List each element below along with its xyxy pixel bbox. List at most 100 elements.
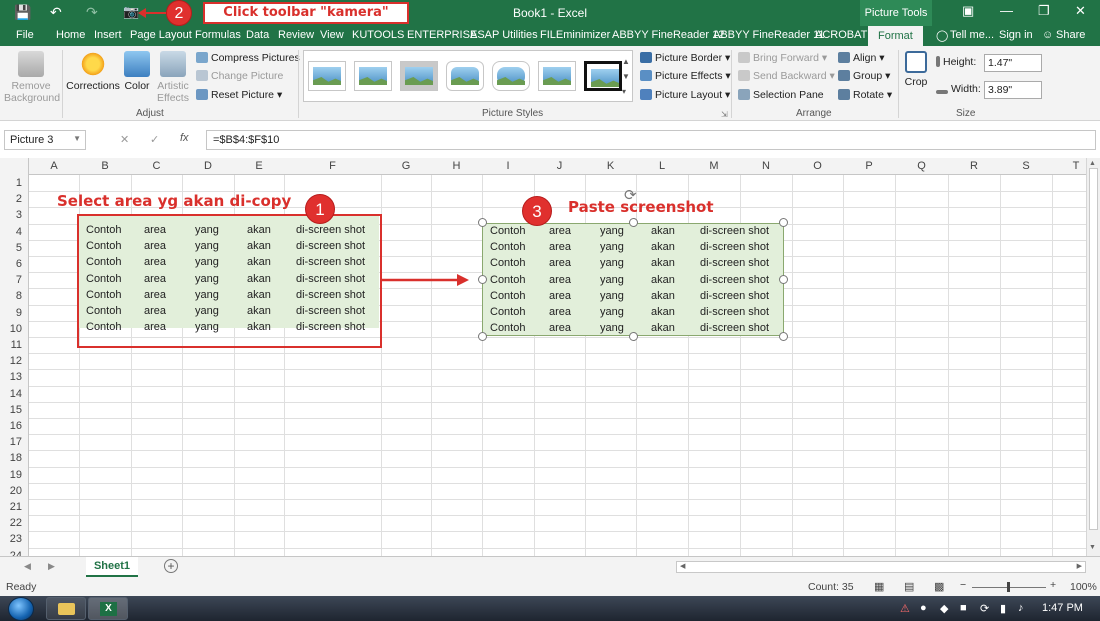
change-picture-button[interactable]: Change Picture: [196, 70, 283, 82]
scroll-thumb[interactable]: [1089, 168, 1098, 530]
tab-enterprise[interactable]: ENTERPRISE: [407, 29, 477, 41]
clock[interactable]: 1:47 PM: [1042, 602, 1083, 614]
column-header[interactable]: D: [182, 160, 234, 172]
picture-border-button[interactable]: Picture Border ▾: [640, 52, 730, 64]
height-input[interactable]: 1.47": [984, 54, 1042, 72]
tab-page-layout[interactable]: Page Layout: [130, 29, 192, 41]
row-header[interactable]: 3: [0, 207, 29, 224]
row-header[interactable]: 7: [0, 272, 29, 289]
reset-picture-button[interactable]: Reset Picture ▾: [196, 89, 282, 101]
scroll-up-icon[interactable]: ▲: [1089, 160, 1096, 167]
resize-handle[interactable]: [629, 218, 638, 227]
minimize-icon[interactable]: —: [1000, 3, 1013, 18]
row-header[interactable]: 5: [0, 239, 29, 256]
column-header[interactable]: K: [585, 160, 636, 172]
row-header[interactable]: 24: [0, 547, 29, 556]
excel-taskbar-icon[interactable]: X: [88, 597, 128, 620]
ribbon-display-icon[interactable]: ▣: [962, 3, 974, 19]
style-thumb[interactable]: [538, 61, 576, 91]
row-header[interactable]: 8: [0, 288, 29, 305]
row-header[interactable]: 6: [0, 256, 29, 273]
rotate-button[interactable]: Rotate ▾: [838, 89, 892, 101]
scroll-left-icon[interactable]: ◀: [680, 562, 685, 570]
column-header[interactable]: N: [740, 160, 792, 172]
column-header[interactable]: F: [284, 160, 381, 172]
scroll-right-icon[interactable]: ▶: [1077, 562, 1082, 570]
start-button-icon[interactable]: [8, 597, 34, 621]
width-input[interactable]: 3.89": [984, 81, 1042, 99]
formula-input[interactable]: =$B$4:$F$10: [206, 130, 1096, 150]
add-sheet-icon[interactable]: +: [164, 559, 178, 573]
column-header[interactable]: L: [636, 160, 688, 172]
column-header[interactable]: M: [688, 160, 740, 172]
style-thumb[interactable]: [492, 61, 530, 91]
style-thumb[interactable]: [584, 61, 622, 91]
style-thumb[interactable]: [354, 61, 392, 91]
zoom-slider-thumb[interactable]: [1007, 582, 1010, 592]
row-header[interactable]: 11: [0, 337, 29, 354]
sync-icon[interactable]: ⟳: [980, 602, 989, 615]
row-header[interactable]: 14: [0, 385, 29, 402]
style-thumb[interactable]: [308, 61, 346, 91]
row-header[interactable]: 13: [0, 369, 29, 386]
tab-file[interactable]: File: [16, 29, 34, 41]
tab-format[interactable]: Format: [868, 26, 923, 46]
tab-asap-utilities[interactable]: ASAP Utilities: [470, 29, 538, 41]
column-header[interactable]: B: [79, 160, 131, 172]
sheet-tab-sheet1[interactable]: Sheet1: [86, 557, 138, 577]
picture-layout-button[interactable]: Picture Layout ▾: [640, 89, 730, 101]
picture-effects-button[interactable]: Picture Effects ▾: [640, 70, 731, 82]
column-header[interactable]: G: [381, 160, 431, 172]
zoom-in-icon[interactable]: +: [1050, 579, 1056, 591]
resize-handle[interactable]: [478, 332, 487, 341]
volume-icon[interactable]: ♪: [1018, 602, 1024, 614]
tab-review[interactable]: Review: [278, 29, 314, 41]
scroll-down-icon[interactable]: ▼: [1089, 544, 1096, 551]
align-button[interactable]: Align ▾: [838, 52, 885, 64]
selection-pane-button[interactable]: Selection Pane: [738, 89, 824, 101]
resize-handle[interactable]: [478, 275, 487, 284]
worksheet-grid[interactable]: ABCDEFGHIJKLMNOPQRST 1 2 3 4 5 6 7 8 9 10 11 12 13 14…: [0, 158, 1086, 556]
skype-icon[interactable]: ●: [920, 602, 927, 614]
column-header[interactable]: O: [792, 160, 843, 172]
file-explorer-icon[interactable]: [46, 597, 86, 620]
row-header[interactable]: 4: [0, 223, 29, 240]
resize-handle[interactable]: [478, 218, 487, 227]
select-all-corner[interactable]: [0, 158, 29, 175]
tab-abbyy-12[interactable]: ABBYY FineReader 12: [612, 29, 724, 41]
app-tray-icon[interactable]: ■: [960, 602, 967, 614]
row-header[interactable]: 16: [0, 418, 29, 435]
row-header[interactable]: 23: [0, 531, 29, 548]
row-header[interactable]: 10: [0, 320, 29, 337]
tab-formulas[interactable]: Formulas: [195, 29, 241, 41]
color-button[interactable]: Color: [122, 51, 152, 92]
column-header[interactable]: P: [843, 160, 895, 172]
tab-insert[interactable]: Insert: [94, 29, 122, 41]
tab-abbyy-11[interactable]: ABBYY FineReader 11: [713, 29, 825, 41]
row-header[interactable]: 18: [0, 450, 29, 467]
column-header[interactable]: A: [29, 160, 79, 172]
page-layout-view-icon[interactable]: ▤: [904, 580, 914, 593]
bring-forward-button[interactable]: Bring Forward ▾: [738, 52, 827, 64]
zoom-level[interactable]: 100%: [1070, 581, 1097, 593]
sign-in-link[interactable]: Sign in: [999, 29, 1033, 41]
tab-data[interactable]: Data: [246, 29, 269, 41]
normal-view-icon[interactable]: ▦: [874, 580, 884, 593]
resize-handle[interactable]: [779, 218, 788, 227]
zoom-out-icon[interactable]: −: [960, 579, 966, 591]
column-header[interactable]: T: [1052, 160, 1086, 172]
network-icon[interactable]: ▮: [1000, 602, 1006, 615]
column-header[interactable]: C: [131, 160, 182, 172]
picture-styles-gallery[interactable]: [303, 50, 633, 102]
horizontal-scrollbar[interactable]: ◀ ▶: [676, 561, 1086, 573]
tab-view[interactable]: View: [320, 29, 344, 41]
column-header[interactable]: E: [234, 160, 284, 172]
column-header[interactable]: H: [431, 160, 482, 172]
crop-button[interactable]: Crop: [902, 51, 930, 88]
row-header[interactable]: 19: [0, 466, 29, 483]
row-header[interactable]: 9: [0, 304, 29, 321]
column-header[interactable]: Q: [895, 160, 948, 172]
restore-icon[interactable]: ❐: [1038, 3, 1050, 19]
page-break-view-icon[interactable]: ▩: [934, 580, 944, 593]
dialog-launcher-icon[interactable]: ⇲: [721, 110, 728, 119]
